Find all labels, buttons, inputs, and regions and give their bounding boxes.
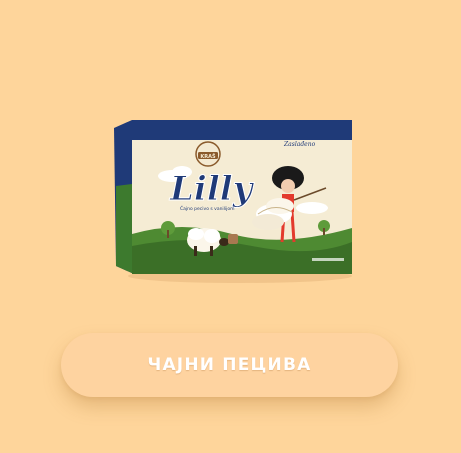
package-subtitle: Čajno pecivo s vanilijom bbox=[180, 205, 235, 212]
package-tagline: Zaslađeno bbox=[283, 141, 316, 148]
category-label: ЧАЈНИ ПЕЦИВА bbox=[147, 355, 312, 375]
product-card[interactable]: KRAŠ Lilly Čajno pecivo s vanilijom Zasl… bbox=[0, 0, 461, 453]
brand-logo-text: KRAŠ bbox=[200, 153, 216, 160]
category-button[interactable]: ЧАЈНИ ПЕЦИВА bbox=[61, 333, 398, 397]
product-package-image[interactable]: KRAŠ Lilly Čajno pecivo s vanilijom Zasl… bbox=[112, 116, 356, 284]
product-name: Lilly bbox=[169, 169, 255, 209]
